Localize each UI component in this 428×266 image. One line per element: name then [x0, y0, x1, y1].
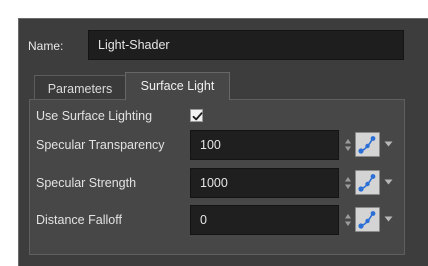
tab-surface-light[interactable]: Surface Light [125, 72, 230, 100]
up-down-stepper-icon[interactable] [344, 213, 352, 227]
function-curve-icon [358, 136, 376, 154]
specular-strength-label: Specular Strength [36, 176, 137, 190]
specular-transparency-function-button[interactable] [355, 132, 380, 157]
layer-properties-panel: Name: Light-Shader Parameters Surface Li… [18, 18, 428, 266]
chevron-down-icon[interactable] [384, 141, 393, 147]
specular-transparency-label: Specular Transparency [36, 138, 165, 152]
chevron-down-icon[interactable] [384, 216, 393, 222]
chevron-down-icon[interactable] [384, 179, 393, 185]
function-curve-icon [358, 211, 376, 229]
distance-falloff-function-button[interactable] [355, 207, 380, 232]
specular-strength-field[interactable]: 1000 [190, 168, 339, 198]
up-down-stepper-icon[interactable] [344, 176, 352, 190]
use-surface-lighting-label: Use Surface Lighting [36, 109, 153, 123]
up-down-stepper-icon[interactable] [344, 138, 352, 152]
panel-left-edge [18, 18, 19, 266]
function-curve-icon [358, 174, 376, 192]
panel-top-edge [18, 18, 428, 19]
name-field[interactable]: Light-Shader [88, 30, 404, 60]
specular-strength-function-button[interactable] [355, 170, 380, 195]
name-label: Name: [28, 39, 64, 53]
distance-falloff-label: Distance Falloff [36, 213, 122, 227]
distance-falloff-field[interactable]: 0 [190, 205, 339, 235]
checkmark-icon [192, 112, 203, 121]
use-surface-lighting-checkbox[interactable] [190, 109, 203, 122]
tab-parameters[interactable]: Parameters [34, 75, 126, 100]
specular-transparency-field[interactable]: 100 [190, 130, 339, 160]
